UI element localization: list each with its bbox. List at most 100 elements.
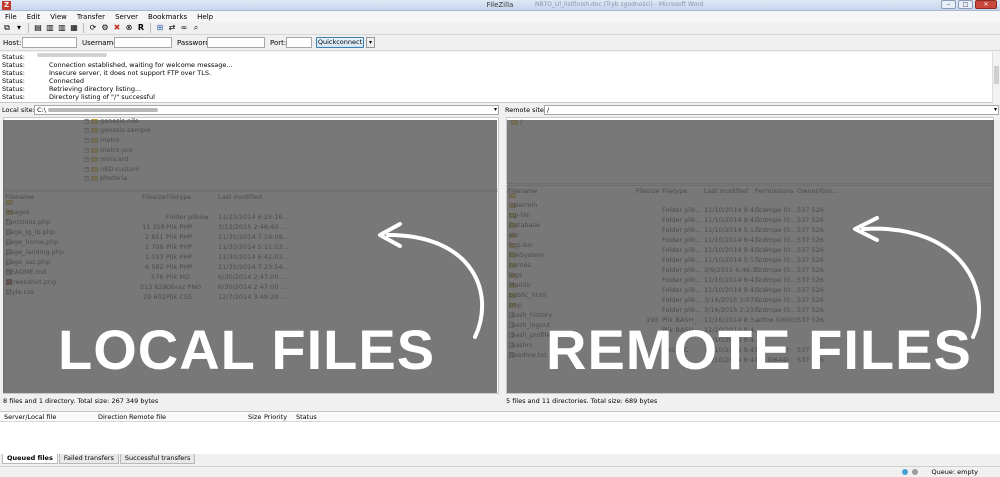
queue-status: Queue: empty	[931, 468, 978, 476]
port-label: Port:	[270, 39, 287, 47]
toolbar: ⧉ ▾ ▤ ▥ ▥ ▦ ⟳ ⚙ ✖ ⊗ R ⊞ ⇄ ∞ ⌕	[0, 22, 1000, 35]
local-files-label: LOCAL FILES	[58, 318, 436, 381]
redacted-text	[37, 53, 107, 57]
remote-site-label: Remote site:	[505, 106, 547, 114]
close-button[interactable]: ✕	[975, 0, 997, 9]
host-input[interactable]	[22, 37, 77, 48]
local-tree-item[interactable]: + genesis-nile	[84, 118, 139, 126]
remote-files-label: REMOTE FILES	[546, 318, 972, 381]
log-message: Connected	[49, 77, 85, 85]
log-message: Connection established, waiting for welc…	[49, 61, 233, 69]
queue-col-size[interactable]: Size	[248, 412, 261, 422]
local-tree-item[interactable]: + n8D-custom	[84, 165, 140, 174]
tab-successful-transfers[interactable]: Successful transfers	[119, 454, 196, 464]
toggle-log-icon[interactable]: ▤	[33, 23, 43, 33]
queue-tabs: Queued files Failed transfers Successful…	[0, 454, 1000, 464]
menu-help[interactable]: Help	[197, 13, 213, 21]
toolbar-separator	[83, 23, 84, 33]
remote-tree-pane: /	[506, 117, 994, 184]
local-tree-item[interactable]: + metro-pro	[84, 146, 132, 155]
quickconnect-button[interactable]: Quickconnect	[316, 37, 364, 48]
local-site-bar: Local site: C:\ ▾	[0, 104, 500, 116]
compare-icon[interactable]: ⇄	[167, 23, 177, 33]
sync-browse-icon[interactable]: ∞	[179, 23, 189, 33]
local-tree-item[interactable]: + photoria	[84, 174, 127, 183]
log-line: Status: Insecure server, it does not sup…	[2, 69, 212, 77]
local-tree-pane: + genesis-nile + genesis-sample + metro + me…	[3, 117, 499, 190]
host-label: Host:	[3, 39, 22, 47]
log-message: Insecure server, it does not support FTP…	[49, 69, 212, 77]
chevron-down-icon[interactable]: ▾	[494, 106, 497, 114]
local-tree-item[interactable]: + genesis-sample	[84, 126, 151, 135]
local-tree-item[interactable]: + metro	[84, 136, 119, 145]
log-line: Status: Connected	[2, 77, 85, 85]
menu-server[interactable]: Server	[115, 13, 138, 21]
log-scrollbar[interactable]	[992, 52, 1000, 103]
column-header-last-modified[interactable]: Last modified	[218, 193, 262, 202]
process-queue-icon[interactable]: ⚙	[100, 23, 110, 33]
password-input[interactable]	[207, 37, 265, 48]
table-row[interactable]: ..	[4, 198, 498, 212]
quickconnect-bar: Host: Username: Password: Port: Quickcon…	[0, 36, 1000, 51]
quickconnect-history-dropdown[interactable]: ▾	[366, 37, 375, 48]
reconnect-icon[interactable]: R	[136, 23, 146, 33]
search-icon[interactable]: ⌕	[191, 23, 201, 33]
chevron-down-icon[interactable]: ▾	[994, 106, 997, 114]
column-header-filetype[interactable]: Filetype	[166, 193, 191, 202]
queue-col-direction[interactable]: Direction	[98, 412, 127, 422]
toolbar-separator	[28, 23, 29, 33]
background-window-title: NBTO_Ul_listfinish.doc (Tryb zgodności) …	[535, 1, 704, 8]
dropdown-icon[interactable]: ▾	[14, 23, 24, 33]
toggle-queue-icon[interactable]: ▦	[69, 23, 79, 33]
menu-view[interactable]: View	[50, 13, 67, 21]
remote-summary: 5 files and 11 directories. Total size: …	[506, 397, 658, 405]
local-path-input[interactable]: C:\ ▾	[34, 105, 499, 115]
cancel-icon[interactable]: ✖	[112, 23, 122, 33]
menu-transfer[interactable]: Transfer	[77, 13, 105, 21]
local-tree-item[interactable]: + minicard	[84, 155, 128, 164]
disconnect-icon[interactable]: ⊗	[124, 23, 134, 33]
table-row[interactable]: ..	[507, 191, 993, 205]
redacted-path	[47, 108, 158, 112]
tab-queued-files[interactable]: Queued files	[2, 454, 58, 464]
menu-bar: File Edit View Transfer Server Bookmarks…	[0, 11, 1000, 22]
toolbar-separator	[150, 23, 151, 33]
menu-edit[interactable]: Edit	[27, 13, 41, 21]
connection-status-icon	[902, 469, 908, 475]
title-bar: Z FileZilla NBTO_Ul_listfinish.doc (Tryb…	[0, 0, 1000, 11]
queue-col-status[interactable]: Status	[296, 412, 317, 422]
menu-bookmarks[interactable]: Bookmarks	[148, 13, 187, 21]
refresh-icon[interactable]: ⟳	[88, 23, 98, 33]
log-line: Status: Directory listing of "/" success…	[2, 93, 155, 101]
queue-col-remote-file[interactable]: Remote file	[129, 412, 166, 422]
message-log: Status: Status: Connection established, …	[0, 52, 1000, 103]
port-input[interactable]	[286, 37, 312, 48]
transfer-status-icon	[912, 469, 918, 475]
local-summary: 8 files and 1 directory. Total size: 267…	[3, 397, 159, 405]
remote-tree-item[interactable]: /	[511, 118, 522, 127]
remote-site-bar: Remote site: / ▾	[503, 104, 1000, 116]
remote-path-input[interactable]: / ▾	[544, 105, 999, 115]
toggle-tree-remote-icon[interactable]: ▥	[57, 23, 67, 33]
minimize-button[interactable]: –	[941, 0, 956, 9]
filter-icon[interactable]: ⊞	[155, 23, 165, 33]
table-row[interactable]: .usermin Folder plik... 11/10/2014 9:4... f…	[507, 201, 993, 215]
menu-file[interactable]: File	[5, 13, 17, 21]
window-title: FileZilla	[486, 1, 514, 9]
maximize-button[interactable]: □	[958, 0, 973, 9]
username-input[interactable]	[114, 37, 172, 48]
column-header-filesize[interactable]: Filesize	[142, 193, 165, 202]
queue-col-local-file[interactable]: Server/Local file	[4, 412, 56, 422]
status-bar: Queue: empty	[0, 466, 1000, 477]
log-line: Status: Connection established, waiting …	[2, 61, 233, 69]
log-message: Directory listing of "/" successful	[49, 93, 155, 101]
log-line: Status: Retrieving directory listing...	[2, 85, 142, 93]
log-message: Retrieving directory listing...	[49, 85, 142, 93]
local-site-label: Local site:	[2, 106, 35, 114]
queue-col-priority[interactable]: Priority	[264, 412, 287, 422]
toggle-tree-local-icon[interactable]: ▥	[45, 23, 55, 33]
queue-list	[0, 422, 1000, 454]
site-manager-icon[interactable]: ⧉	[2, 23, 12, 33]
tab-failed-transfers[interactable]: Failed transfers	[58, 454, 119, 464]
queue-header: Server/Local file Direction Remote file …	[0, 411, 1000, 422]
